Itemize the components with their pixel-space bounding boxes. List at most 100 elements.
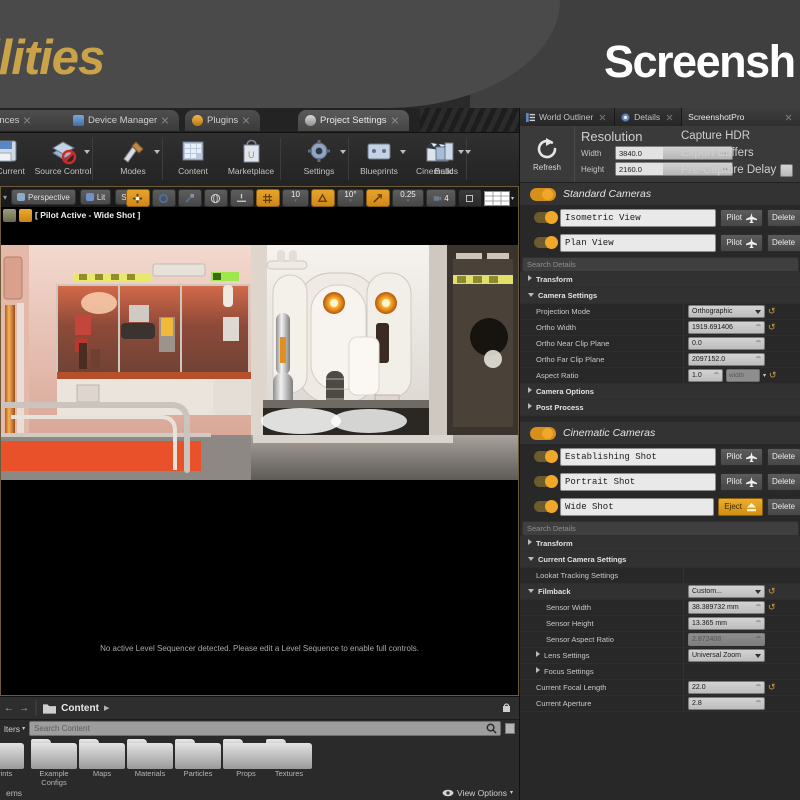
chevron-down-icon[interactable] (84, 150, 90, 154)
content-search-input[interactable]: Search Content (29, 721, 501, 736)
rotation-snap-value[interactable]: 10° ▾ (336, 189, 364, 207)
rotate-icon[interactable] (151, 189, 176, 207)
aspect-ratio-slot[interactable]: width (726, 369, 760, 382)
build-button[interactable]: Build (415, 133, 473, 187)
sensor-height-input[interactable]: 13.365 mm ⇔ (688, 617, 765, 630)
save-current-button[interactable]: ve Current (0, 133, 34, 187)
viewport-render[interactable]: No active Level Sequencer detected. Plea… (1, 223, 518, 675)
viewport-layout-icon[interactable]: ▾ (483, 190, 514, 206)
reset-icon[interactable]: ↺ (769, 370, 777, 381)
source-control-button[interactable]: Source Control (34, 133, 92, 187)
prop-lens-settings[interactable]: Lens Settings Universal Zoom (520, 648, 800, 664)
prop-camera-settings[interactable]: Camera Settings (520, 288, 800, 304)
wide-shot-name[interactable]: Wide Shot (560, 497, 715, 516)
pre-capture-delay-field[interactable] (780, 164, 794, 177)
chevron-right-icon[interactable] (528, 403, 532, 409)
modes-button[interactable]: Modes (104, 133, 162, 187)
establishing-pilot-button[interactable]: Pilot (720, 447, 763, 466)
portrait-delete-button[interactable]: Delete (767, 472, 800, 491)
chevron-down-icon[interactable] (154, 150, 160, 154)
marketplace-button[interactable]: U Marketplace (222, 133, 280, 187)
isometric-delete-button[interactable]: Delete (767, 208, 800, 227)
cinematic-details-search[interactable]: Search Details (522, 521, 799, 536)
viewport-perspective-button[interactable]: Perspective (11, 189, 76, 205)
folder-item[interactable]: Maps (75, 739, 129, 779)
chevron-right-icon[interactable] (536, 667, 540, 673)
folder-item[interactable]: eprints (0, 739, 28, 779)
chevron-down-icon[interactable] (400, 150, 406, 154)
filmback-select[interactable]: Custom... (688, 585, 765, 598)
folder-item[interactable]: Materials (123, 739, 177, 779)
plan-delete-button[interactable]: Delete (767, 233, 800, 252)
standard-details-search[interactable]: Search Details (522, 257, 799, 272)
close-icon[interactable] (242, 117, 250, 125)
chevron-right-icon[interactable] (528, 275, 532, 281)
save-search-icon[interactable] (505, 723, 515, 734)
camera-speed-value[interactable]: 4 (425, 189, 456, 207)
chevron-down-icon[interactable] (528, 589, 534, 593)
prop-cine-transform[interactable]: Transform (520, 536, 800, 552)
scale-snap-icon[interactable] (365, 189, 390, 207)
ortho-far-input[interactable]: 2097152.0 ⇔ (688, 353, 765, 366)
reset-icon[interactable]: ↺ (768, 586, 776, 597)
close-icon[interactable] (666, 114, 673, 121)
prop-lookat-tracking[interactable]: Lookat Tracking Settings (520, 568, 800, 584)
prop-transform[interactable]: Transform (520, 272, 800, 288)
prop-camera-options[interactable]: Camera Options (520, 384, 800, 400)
current-aperture-input[interactable]: 2.8 ⇔ (688, 697, 765, 710)
portrait-pilot-button[interactable]: Pilot (720, 472, 763, 491)
establishing-shot-toggle[interactable] (534, 450, 558, 463)
isometric-pilot-button[interactable]: Pilot (720, 208, 763, 227)
chevron-down-icon[interactable] (465, 150, 471, 154)
close-icon[interactable] (599, 114, 606, 121)
scale-snap-value[interactable]: 0.25 ▾ (391, 189, 424, 207)
folder-item[interactable]: Example Configs (27, 739, 81, 787)
chevron-right-icon[interactable] (528, 387, 532, 393)
chevron-down-icon[interactable] (340, 150, 346, 154)
chevron-right-icon[interactable] (528, 539, 532, 545)
ortho-width-input[interactable]: 1919.691406 ⇔ (688, 321, 765, 334)
close-icon[interactable] (23, 117, 31, 125)
viewport-lit-button[interactable]: Lit (79, 189, 112, 205)
forward-icon[interactable]: → (19, 703, 29, 714)
tab-plugins[interactable]: Plugins (185, 110, 261, 131)
folder-item[interactable]: Particles (171, 739, 225, 779)
tab-screenshotpro[interactable]: ScreenshotPro (682, 108, 800, 126)
back-icon[interactable]: ← (4, 703, 14, 714)
aspect-ratio-input[interactable]: 1.0 ⇔ (688, 369, 723, 382)
current-focal-length-input[interactable]: 22.0 ⇔ (688, 681, 765, 694)
eject-pilot-icon[interactable] (19, 208, 32, 222)
tab-world-outliner[interactable]: World Outliner (520, 108, 616, 126)
chevron-down-icon[interactable]: ▾ (763, 372, 766, 379)
capture-hdr-row[interactable]: Capture HDR (681, 128, 799, 145)
blueprints-button[interactable]: Blueprints (350, 133, 408, 187)
wide-shot-toggle[interactable] (534, 500, 558, 513)
standard-cameras-toggle[interactable] (530, 187, 556, 201)
reset-icon[interactable]: ↺ (768, 602, 776, 613)
world-coords-icon[interactable] (203, 189, 228, 207)
chevron-down-icon[interactable] (528, 293, 534, 297)
path-chevron-icon[interactable]: ▶ (104, 704, 109, 712)
cinematic-cameras-section[interactable]: Cinematic Cameras (520, 422, 800, 444)
lens-settings-select[interactable]: Universal Zoom (688, 649, 765, 662)
prop-post-process[interactable]: Post Process (520, 400, 800, 416)
isometric-view-toggle[interactable] (534, 211, 558, 224)
rotation-snap-icon[interactable] (310, 189, 335, 207)
prop-focus-settings[interactable]: Focus Settings (520, 664, 800, 680)
close-icon[interactable] (391, 117, 399, 125)
plan-view-name[interactable]: Plan View (560, 233, 717, 252)
prop-current-camera-settings[interactable]: Current Camera Settings (520, 552, 800, 568)
folder-item[interactable]: Textures (262, 739, 316, 779)
scale-icon[interactable] (177, 189, 202, 207)
lock-icon[interactable] (502, 702, 514, 713)
export-buffers-row[interactable]: Export Buffers (681, 145, 799, 162)
viewport-menu-icon[interactable]: ▾ (3, 193, 7, 202)
projection-mode-select[interactable]: Orthographic (688, 305, 765, 318)
maximize-icon[interactable] (457, 189, 482, 207)
grid-snap-icon[interactable] (255, 189, 280, 207)
settings-button[interactable]: Settings (290, 133, 348, 187)
content-browser-path-label[interactable]: Content (61, 703, 99, 714)
close-icon[interactable] (785, 114, 792, 121)
select-translate-icon[interactable] (125, 189, 150, 207)
reset-icon[interactable]: ↺ (768, 306, 776, 317)
